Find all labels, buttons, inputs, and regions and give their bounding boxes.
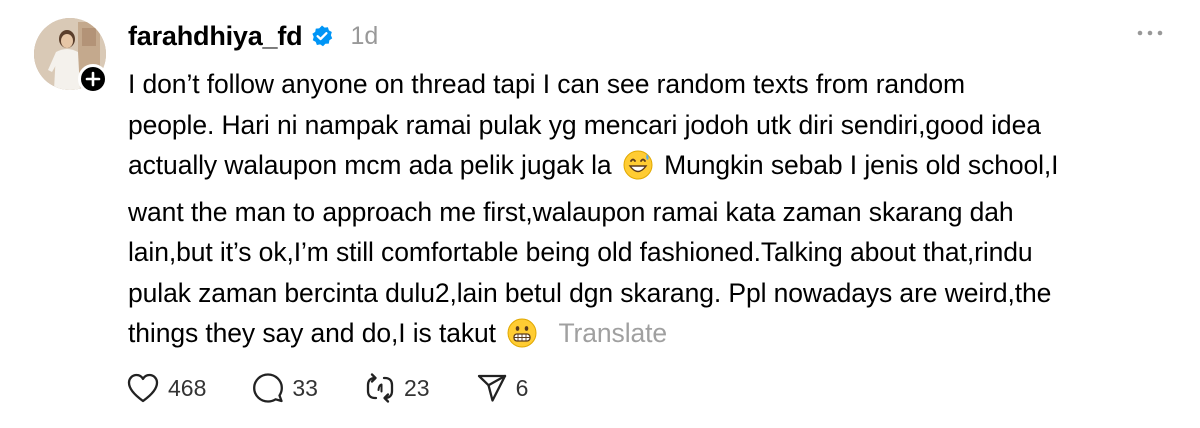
plus-icon xyxy=(85,71,101,87)
translate-link[interactable]: Translate xyxy=(558,318,667,348)
repost-arrows-icon xyxy=(366,373,394,403)
avatar-container[interactable] xyxy=(34,18,108,94)
post-text-segment: Mungkin sebab I jenis old school,I xyxy=(664,150,1059,180)
send-icon xyxy=(477,374,506,402)
post-text-line: things they say and do,I is takut Transl… xyxy=(128,313,1168,360)
reply-button[interactable]: 33 xyxy=(252,372,318,404)
post-header: farahdhiya_fd 1d xyxy=(128,16,378,56)
repost-button[interactable]: 23 xyxy=(364,372,430,404)
post-text-line: I don’t follow anyone on thread tapi I c… xyxy=(128,69,965,99)
post-actions: 468 33 23 6 xyxy=(126,368,574,408)
grimacing-face-emoji xyxy=(507,318,537,360)
reply-count: 33 xyxy=(292,374,318,401)
post-text-line: actually walaupon mcm ada pelik jugak la… xyxy=(128,145,1168,192)
thread-post: farahdhiya_fd 1d I don’t follow anyone o… xyxy=(0,0,1200,428)
post-text-segment: things they say and do,I is takut xyxy=(128,318,496,348)
share-button[interactable]: 6 xyxy=(476,372,529,404)
share-count: 6 xyxy=(515,374,529,401)
like-button[interactable]: 468 xyxy=(126,372,206,404)
repost-count: 23 xyxy=(403,374,430,401)
more-options-button[interactable] xyxy=(1136,24,1164,42)
post-timestamp: 1d xyxy=(350,21,379,50)
post-text-line: pulak zaman bercinta dulu2,lain betul dg… xyxy=(128,277,1052,308)
post-text-line: want the man to approach me first,walaup… xyxy=(128,196,1014,227)
username[interactable]: farahdhiya_fd xyxy=(128,21,303,52)
post-text-line: lain,but it’s ok,I’m still comfortable b… xyxy=(128,237,1033,267)
comment-bubble-icon xyxy=(253,373,284,403)
grinning-face-with-sweat-emoji xyxy=(623,150,653,192)
post-text-line: people. Hari ni nampak ramai pulak yg me… xyxy=(128,109,1041,140)
post-text-segment: actually walaupon mcm ada pelik jugak la xyxy=(128,150,612,180)
post-body: I don’t follow anyone on thread tapi I c… xyxy=(128,64,1168,360)
heart-icon xyxy=(127,373,159,403)
follow-button[interactable] xyxy=(78,64,108,94)
like-count: 468 xyxy=(168,374,207,401)
verified-badge-icon xyxy=(310,24,334,48)
more-horizontal-icon xyxy=(1137,30,1163,36)
